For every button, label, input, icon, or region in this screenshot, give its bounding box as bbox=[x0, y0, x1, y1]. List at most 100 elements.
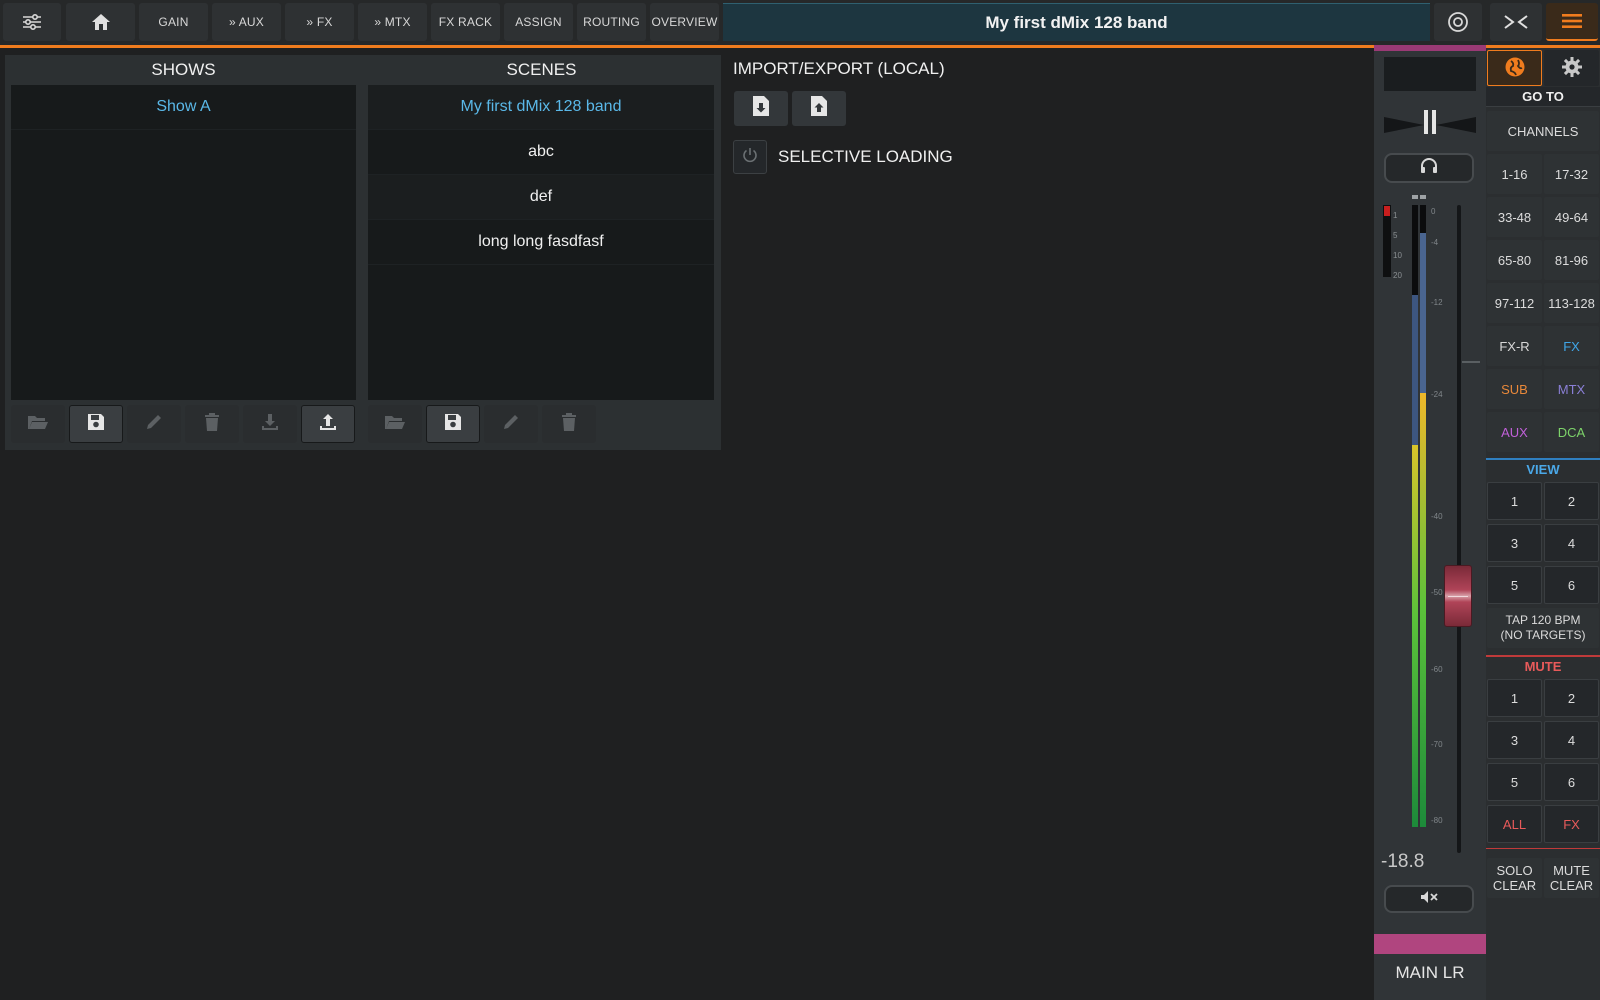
trash-icon bbox=[560, 412, 578, 437]
mute-group-4[interactable]: 4 bbox=[1544, 721, 1599, 759]
scene-item[interactable]: abc bbox=[368, 130, 714, 175]
range-81-96[interactable]: 81-96 bbox=[1544, 240, 1599, 280]
strip-color-footer bbox=[1374, 934, 1486, 954]
shows-title: SHOWS bbox=[151, 60, 216, 79]
network-button[interactable] bbox=[1487, 50, 1542, 86]
clip-scale: 1 5 10 20 bbox=[1393, 211, 1402, 280]
scenes-title: SCENES bbox=[506, 60, 577, 79]
view-button-5[interactable]: 5 bbox=[1487, 566, 1542, 604]
home-icon bbox=[91, 13, 111, 31]
file-export-icon bbox=[810, 95, 828, 122]
hamburger-icon bbox=[1562, 13, 1582, 29]
group-dca[interactable]: DCA bbox=[1544, 412, 1599, 452]
view-button-2[interactable]: 2 bbox=[1544, 482, 1599, 520]
mute-group-5[interactable]: 5 bbox=[1487, 763, 1542, 801]
range-97-112[interactable]: 97-112 bbox=[1487, 283, 1542, 323]
save-icon bbox=[86, 412, 106, 437]
selective-loading-toggle[interactable] bbox=[733, 140, 767, 174]
rename-show-button[interactable] bbox=[127, 405, 181, 443]
headphone-solo-button[interactable] bbox=[1384, 153, 1474, 183]
view-heading: VIEW bbox=[1486, 458, 1600, 478]
mute-clear-button[interactable]: MUTE CLEAR bbox=[1544, 858, 1599, 898]
tab-assign[interactable]: ASSIGN bbox=[504, 3, 573, 41]
view-button-1[interactable]: 1 bbox=[1487, 482, 1542, 520]
mute-group-6[interactable]: 6 bbox=[1544, 763, 1599, 801]
fader-knob[interactable] bbox=[1444, 565, 1472, 627]
tab-mtx[interactable]: » MTX bbox=[358, 3, 427, 41]
main-lr-strip: 1 5 10 20 0 -4 -12 -24 -40 -50 -60 -70 -80 bbox=[1374, 45, 1486, 1000]
group-aux[interactable]: AUX bbox=[1487, 412, 1542, 452]
meter-peak-right bbox=[1420, 195, 1426, 199]
scenes-toolbar bbox=[368, 405, 596, 445]
view-button-4[interactable]: 4 bbox=[1544, 524, 1599, 562]
settings-button[interactable] bbox=[1544, 50, 1599, 86]
mute-button[interactable] bbox=[1384, 885, 1474, 913]
save-scene-button[interactable] bbox=[426, 405, 480, 443]
mute-group-1[interactable]: 1 bbox=[1487, 679, 1542, 717]
range-49-64[interactable]: 49-64 bbox=[1544, 197, 1599, 237]
clip-meter bbox=[1383, 205, 1391, 277]
delete-scene-button[interactable] bbox=[542, 405, 596, 443]
right-navigation: GO TO CHANNELS 1-16 17-32 33-48 49-64 65… bbox=[1486, 48, 1600, 1000]
export-button[interactable] bbox=[792, 91, 846, 126]
solo-clear-button[interactable]: SOLO CLEAR bbox=[1487, 858, 1542, 898]
power-icon bbox=[741, 146, 759, 169]
target-button[interactable] bbox=[1434, 3, 1482, 41]
menu-button[interactable] bbox=[1546, 3, 1598, 41]
scene-item[interactable]: long long fasdfasf bbox=[368, 220, 714, 265]
strip-name: MAIN LR bbox=[1395, 963, 1465, 982]
tap-tempo-button[interactable]: TAP 120 BPM (NO TARGETS) bbox=[1487, 608, 1599, 648]
fader-level-value: -18.8 bbox=[1381, 851, 1425, 872]
open-show-button[interactable] bbox=[11, 405, 65, 443]
download-show-button[interactable] bbox=[243, 405, 297, 443]
upload-icon bbox=[318, 412, 338, 437]
headphones-icon bbox=[1420, 157, 1438, 179]
tab-overview[interactable]: OVERVIEW bbox=[650, 3, 719, 41]
pencil-icon bbox=[144, 412, 164, 437]
group-sub[interactable]: SUB bbox=[1487, 369, 1542, 409]
pan-control[interactable] bbox=[1384, 105, 1476, 137]
mute-fx-button[interactable]: FX bbox=[1544, 805, 1599, 843]
range-65-80[interactable]: 65-80 bbox=[1487, 240, 1542, 280]
gear-icon bbox=[1561, 56, 1583, 81]
collapse-button[interactable] bbox=[1490, 3, 1542, 41]
scenes-list: My first dMix 128 band abc def long long… bbox=[368, 85, 714, 400]
scene-title[interactable]: My first dMix 128 band bbox=[723, 3, 1430, 41]
delete-show-button[interactable] bbox=[185, 405, 239, 443]
scene-item[interactable]: def bbox=[368, 175, 714, 220]
mute-group-3[interactable]: 3 bbox=[1487, 721, 1542, 759]
import-button[interactable] bbox=[734, 91, 788, 126]
open-scene-button[interactable] bbox=[368, 405, 422, 443]
level-meter-left bbox=[1412, 205, 1418, 827]
scene-item[interactable]: My first dMix 128 band bbox=[368, 85, 714, 130]
range-1-16[interactable]: 1-16 bbox=[1487, 154, 1542, 194]
fader-unity-mark bbox=[1462, 361, 1480, 363]
show-item[interactable]: Show A bbox=[11, 85, 356, 130]
home-button[interactable] bbox=[66, 3, 135, 41]
rename-scene-button[interactable] bbox=[484, 405, 538, 443]
save-show-button[interactable] bbox=[69, 405, 123, 443]
range-113-128[interactable]: 113-128 bbox=[1544, 283, 1599, 323]
group-mtx[interactable]: MTX bbox=[1544, 369, 1599, 409]
tab-routing[interactable]: ROUTING bbox=[577, 3, 646, 41]
fader-track[interactable] bbox=[1457, 205, 1461, 853]
upload-show-button[interactable] bbox=[301, 405, 355, 443]
view-button-6[interactable]: 6 bbox=[1544, 566, 1599, 604]
eq-preview[interactable] bbox=[1384, 57, 1476, 91]
view-button-3[interactable]: 3 bbox=[1487, 524, 1542, 562]
mixer-settings-button[interactable] bbox=[3, 3, 61, 41]
tab-fx[interactable]: » FX bbox=[285, 3, 354, 41]
group-fx-returns[interactable]: FX-R bbox=[1487, 326, 1542, 366]
range-17-32[interactable]: 17-32 bbox=[1544, 154, 1599, 194]
shows-panel: SHOWS Show A bbox=[5, 55, 362, 450]
range-33-48[interactable]: 33-48 bbox=[1487, 197, 1542, 237]
mute-group-2[interactable]: 2 bbox=[1544, 679, 1599, 717]
group-fx[interactable]: FX bbox=[1544, 326, 1599, 366]
app-root: GAIN » AUX » FX » MTX FX RACK ASSIGN ROU… bbox=[0, 0, 1600, 1000]
channels-button[interactable]: CHANNELS bbox=[1487, 111, 1599, 151]
tab-gain[interactable]: GAIN bbox=[139, 3, 208, 41]
mute-all-button[interactable]: ALL bbox=[1487, 805, 1542, 843]
tab-fx-rack[interactable]: FX RACK bbox=[431, 3, 500, 41]
mute-heading: MUTE bbox=[1486, 655, 1600, 675]
tab-aux[interactable]: » AUX bbox=[212, 3, 281, 41]
